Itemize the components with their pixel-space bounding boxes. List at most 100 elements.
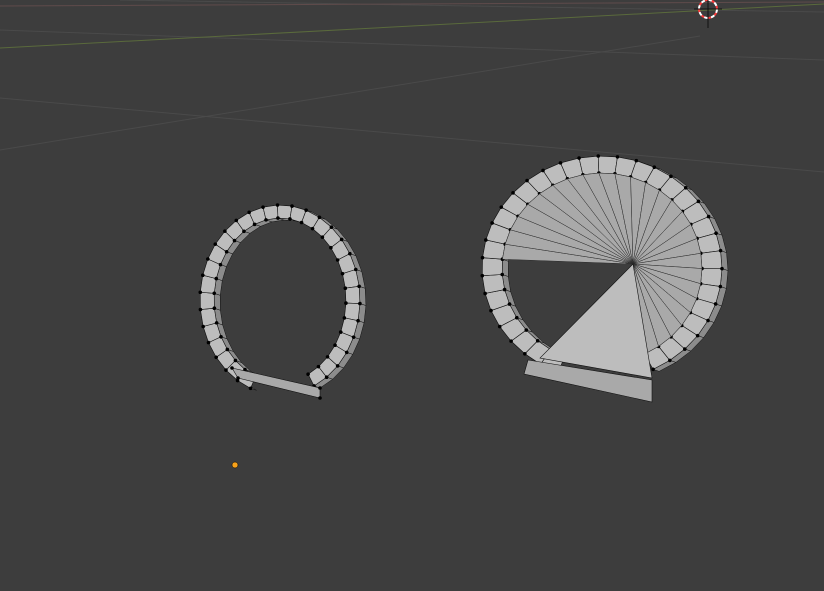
mesh-vertex[interactable]	[483, 291, 487, 296]
mesh-vertex[interactable]	[634, 158, 639, 163]
large-ring-mesh[interactable]	[480, 154, 729, 403]
small-ring-mesh[interactable]	[198, 203, 367, 400]
object-origin-dot[interactable]	[231, 461, 239, 469]
mesh-vertex[interactable]	[214, 355, 218, 360]
mesh-vertex[interactable]	[299, 220, 304, 225]
mesh-vertex[interactable]	[683, 185, 688, 190]
mesh-vertex[interactable]	[525, 178, 529, 183]
mesh-vertex[interactable]	[718, 284, 723, 289]
mesh-vertex[interactable]	[214, 321, 219, 325]
mesh-vertex[interactable]	[198, 307, 203, 312]
mesh-vertex[interactable]	[200, 273, 205, 278]
mesh-vertex[interactable]	[524, 328, 529, 332]
mesh-vertex[interactable]	[706, 214, 711, 219]
mesh-vertex[interactable]	[206, 257, 210, 261]
mesh-vertex[interactable]	[500, 272, 505, 277]
mesh-vertex[interactable]	[276, 216, 280, 220]
mesh-vertex[interactable]	[335, 364, 340, 368]
mesh-vertex[interactable]	[696, 199, 701, 204]
mesh-vertex[interactable]	[325, 355, 330, 359]
mesh-vertex[interactable]	[232, 238, 237, 243]
mesh-vertex[interactable]	[668, 358, 672, 363]
mesh-vertex[interactable]	[523, 351, 527, 356]
mesh-vertex[interactable]	[351, 335, 356, 339]
mesh-vertex[interactable]	[290, 204, 294, 208]
mesh-vertex[interactable]	[713, 302, 718, 306]
mesh-vertex[interactable]	[541, 168, 545, 173]
mesh-vertex[interactable]	[288, 217, 292, 221]
mesh-vertex[interactable]	[535, 338, 540, 343]
mesh-vertex[interactable]	[219, 334, 223, 339]
mesh-vertex[interactable]	[490, 221, 494, 225]
mesh-vertex[interactable]	[218, 262, 223, 267]
mesh-vertex[interactable]	[344, 350, 349, 355]
mesh-vertex[interactable]	[329, 245, 333, 250]
mesh-vertex[interactable]	[233, 358, 238, 363]
mesh-vertex[interactable]	[706, 318, 710, 323]
mesh-vertex[interactable]	[224, 250, 229, 254]
mesh-vertex[interactable]	[252, 222, 257, 227]
mesh-vertex[interactable]	[261, 205, 265, 209]
mesh-vertex[interactable]	[577, 156, 581, 160]
mesh-vertex[interactable]	[304, 208, 308, 213]
mesh-vertex[interactable]	[310, 226, 315, 231]
mesh-vertex[interactable]	[333, 343, 337, 348]
mesh-vertex[interactable]	[306, 372, 310, 376]
mesh-vertex[interactable]	[340, 271, 345, 276]
mesh-vertex[interactable]	[275, 203, 280, 207]
mesh-vertex[interactable]	[507, 302, 512, 306]
mesh-vertex[interactable]	[356, 318, 360, 323]
mesh-vertex[interactable]	[358, 301, 362, 306]
mesh-vertex[interactable]	[480, 273, 485, 278]
mesh-vertex[interactable]	[342, 316, 347, 320]
mesh-vertex[interactable]	[499, 205, 504, 209]
mesh-vertex[interactable]	[339, 237, 344, 242]
mesh-vertex[interactable]	[514, 315, 519, 320]
mesh-vertex[interactable]	[682, 347, 687, 351]
mesh-vertex[interactable]	[343, 286, 348, 290]
mesh-vertex[interactable]	[720, 266, 724, 271]
mesh-vertex[interactable]	[353, 267, 358, 272]
3d-cursor-icon[interactable]	[694, 0, 722, 28]
mesh-vertex[interactable]	[230, 366, 234, 370]
mesh-vertex[interactable]	[318, 386, 322, 390]
viewport-canvas[interactable]	[0, 0, 824, 591]
mesh-vertex[interactable]	[348, 251, 352, 256]
mesh-vertex[interactable]	[320, 235, 325, 239]
mesh-vertex[interactable]	[236, 376, 240, 380]
mesh-vertex[interactable]	[224, 368, 228, 372]
mesh-vertex[interactable]	[248, 386, 253, 391]
mesh-vertex[interactable]	[201, 324, 205, 329]
mesh-vertex[interactable]	[317, 215, 322, 220]
3d-viewport[interactable]	[0, 0, 824, 591]
mesh-vertex[interactable]	[669, 174, 673, 179]
mesh-vertex[interactable]	[212, 291, 217, 296]
mesh-vertex[interactable]	[338, 330, 343, 334]
mesh-vertex[interactable]	[329, 225, 334, 229]
mesh-vertex[interactable]	[212, 306, 217, 311]
mesh-vertex[interactable]	[213, 242, 218, 246]
mesh-vertex[interactable]	[558, 161, 563, 165]
mesh-vertex[interactable]	[318, 396, 322, 400]
mesh-vertex[interactable]	[502, 287, 507, 292]
mesh-vertex[interactable]	[316, 364, 321, 369]
mesh-vertex[interactable]	[206, 340, 211, 345]
mesh-vertex[interactable]	[652, 165, 657, 169]
mesh-vertex[interactable]	[714, 231, 718, 235]
mesh-vertex[interactable]	[480, 255, 485, 260]
mesh-vertex[interactable]	[234, 218, 239, 223]
mesh-vertex[interactable]	[264, 218, 268, 222]
mesh-vertex[interactable]	[344, 301, 348, 305]
mesh-vertex[interactable]	[615, 155, 620, 159]
mesh-vertex[interactable]	[718, 248, 723, 253]
mesh-vertex[interactable]	[214, 276, 219, 281]
mesh-vertex[interactable]	[198, 290, 203, 295]
mesh-vertex[interactable]	[497, 324, 502, 329]
mesh-vertex[interactable]	[651, 367, 655, 372]
mesh-vertex[interactable]	[242, 229, 246, 234]
mesh-vertex[interactable]	[511, 191, 515, 195]
mesh-vertex[interactable]	[695, 333, 700, 338]
mesh-vertex[interactable]	[324, 375, 329, 380]
mesh-vertex[interactable]	[489, 308, 493, 313]
object-origin-dot[interactable]	[231, 461, 239, 469]
